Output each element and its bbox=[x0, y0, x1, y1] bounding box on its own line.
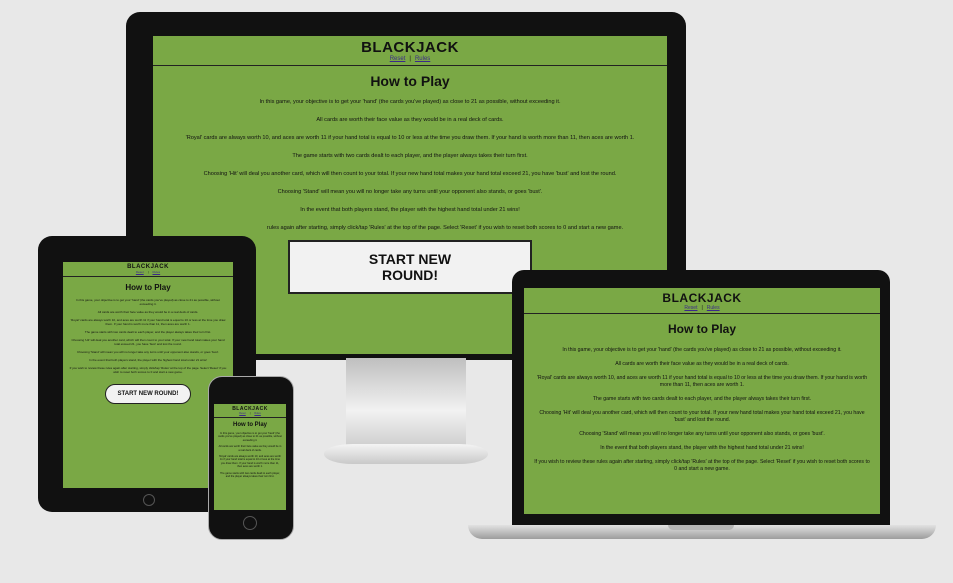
desktop-monitor-base bbox=[324, 444, 488, 464]
rules-text: In this game, your objective is to get y… bbox=[63, 298, 233, 374]
rule-paragraph: If you wish to review these rules again … bbox=[534, 459, 870, 472]
desktop-monitor-stand bbox=[346, 358, 466, 446]
reset-link[interactable]: Reset bbox=[390, 56, 406, 62]
rule-paragraph: In this game, your objective is to get y… bbox=[76, 298, 220, 306]
rule-paragraph: The game starts with two cards dealt to … bbox=[292, 153, 528, 159]
rules-heading: How to Play bbox=[370, 73, 450, 89]
rule-paragraph: 'Royal' cards are always worth 10, and a… bbox=[70, 318, 226, 326]
laptop-notch bbox=[668, 525, 734, 530]
rule-paragraph: Choosing 'Hit' will deal you another car… bbox=[203, 171, 617, 177]
rule-paragraph: 'Royal' cards are always worth 10, and a… bbox=[219, 455, 281, 469]
rule-paragraph: In this game, your objective is to get y… bbox=[259, 99, 561, 105]
rules-link[interactable]: Rules bbox=[707, 305, 720, 311]
rules-text: In this game, your objective is to get y… bbox=[153, 99, 667, 232]
rules-link[interactable]: Rules bbox=[415, 56, 430, 62]
rule-paragraph: 'Royal' cards are always worth 10, and a… bbox=[536, 375, 868, 388]
rules-heading: How to Play bbox=[232, 422, 267, 428]
rules-text: In this game, your objective is to get y… bbox=[214, 432, 286, 478]
laptop-screen: BLACKJACK Reset | Rules How to Play In thi… bbox=[524, 288, 880, 514]
header: BLACKJACK Reset | Rules bbox=[524, 288, 880, 314]
nav-bar: Reset | Rules bbox=[684, 305, 720, 311]
start-new-round-button[interactable]: START NEW ROUND! bbox=[288, 240, 532, 294]
rule-paragraph: If you wish to review these rules again … bbox=[69, 366, 227, 374]
rule-paragraph: The game starts with two cards dealt to … bbox=[84, 330, 212, 334]
rules-link[interactable]: Rules bbox=[254, 412, 260, 415]
rule-paragraph: Choosing 'Hit' will deal you another car… bbox=[539, 410, 865, 423]
reset-link[interactable]: Reset bbox=[136, 270, 144, 274]
phone-home-button bbox=[243, 516, 257, 530]
header: BLACKJACK Reset | Rules bbox=[153, 36, 667, 66]
rules-heading: How to Play bbox=[667, 322, 736, 336]
rules-text: In this game, your objective is to get y… bbox=[524, 347, 880, 473]
header: BLACKJACK Reset | Rules bbox=[214, 404, 286, 418]
rule-paragraph: All cards are worth their face value as … bbox=[97, 310, 199, 314]
rule-paragraph: Choosing 'Stand' will mean you will no l… bbox=[277, 189, 543, 195]
rule-paragraph: In the event that both players stand, th… bbox=[300, 207, 520, 213]
rule-paragraph: In this game, your objective is to get y… bbox=[218, 432, 282, 442]
rule-paragraph: All cards are worth their face value as … bbox=[218, 445, 282, 452]
rule-paragraph: In the event that both players stand, th… bbox=[600, 445, 804, 451]
app-title: BLACKJACK bbox=[361, 39, 459, 56]
header: BLACKJACK Reset | Rules bbox=[63, 262, 233, 277]
rules-link[interactable]: Rules bbox=[152, 270, 160, 274]
reset-link[interactable]: Reset bbox=[239, 412, 246, 415]
reset-link[interactable]: Reset bbox=[684, 305, 697, 311]
rule-paragraph: Choosing 'Hit' will deal you another car… bbox=[71, 338, 225, 346]
nav-bar: Reset | Rules bbox=[239, 412, 261, 415]
rule-paragraph: In this game, your objective is to get y… bbox=[562, 347, 842, 353]
rules-heading: How to Play bbox=[125, 283, 171, 292]
rule-paragraph: The game starts with two cards dealt to … bbox=[592, 396, 812, 402]
rule-paragraph: The game starts with two cards dealt to … bbox=[220, 471, 280, 479]
rule-paragraph: All cards are worth their face value as … bbox=[316, 117, 504, 123]
rule-paragraph: rules again after starting, simply click… bbox=[266, 225, 624, 231]
nav-bar: Reset | Rules bbox=[389, 56, 431, 62]
phone-screen: BLACKJACK Reset | Rules How to Play In thi… bbox=[214, 404, 286, 510]
rule-paragraph: In the event that both players stand, th… bbox=[89, 358, 207, 362]
rule-paragraph: All cards are worth their face value as … bbox=[615, 361, 789, 367]
rule-paragraph: 'Royal' cards are always worth 10, and a… bbox=[185, 135, 635, 141]
rule-paragraph: Choosing 'Stand' will mean you will no l… bbox=[76, 350, 220, 354]
nav-bar: Reset | Rules bbox=[135, 270, 161, 274]
rule-paragraph: Choosing 'Stand' will mean you will no l… bbox=[579, 431, 825, 437]
app-title: BLACKJACK bbox=[662, 291, 742, 305]
tablet-home-button bbox=[143, 494, 155, 506]
start-new-round-button[interactable]: START NEW ROUND! bbox=[104, 384, 192, 404]
